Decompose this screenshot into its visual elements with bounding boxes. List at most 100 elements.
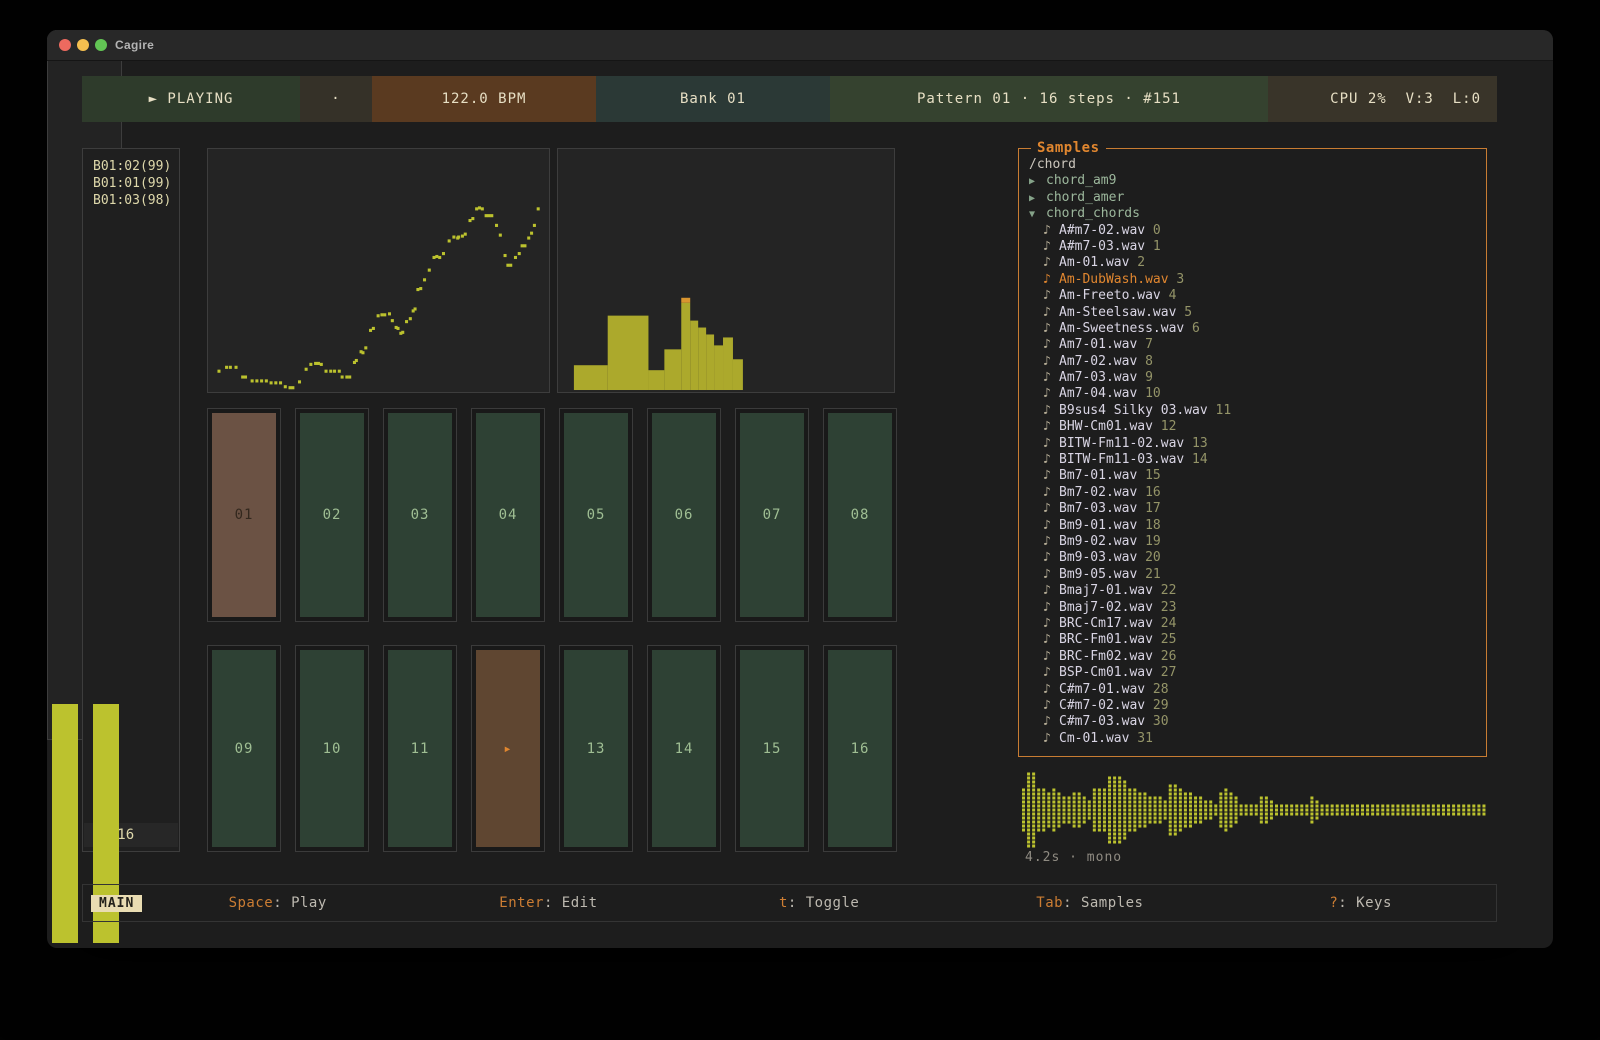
file-index: 6 xyxy=(1184,321,1200,336)
file-name: C#m7-01.wav xyxy=(1059,682,1145,697)
pad-label: 10 xyxy=(300,650,364,847)
status-bpm[interactable]: 122.0 BPM xyxy=(372,76,596,122)
file-row[interactable]: ♪Bmaj7-01.wav 22 xyxy=(1029,583,1482,599)
pad-label: 06 xyxy=(652,413,716,617)
file-row[interactable]: ♪Bm7-01.wav 15 xyxy=(1029,468,1482,484)
file-name: BRC-Fm01.wav xyxy=(1059,632,1153,647)
chevron-expanded-icon[interactable]: ▼ xyxy=(1029,207,1046,222)
file-index: 24 xyxy=(1153,616,1176,631)
file-index: 20 xyxy=(1137,550,1160,565)
pad-label: 01 xyxy=(212,413,276,617)
file-row[interactable]: ♪Bm9-03.wav 20 xyxy=(1029,550,1482,566)
pad-label: 05 xyxy=(564,413,628,617)
pad-16[interactable]: 16 xyxy=(823,645,897,852)
file-row[interactable]: ♪Bm7-02.wav 16 xyxy=(1029,485,1482,501)
queue-item[interactable]: B01:01(99) xyxy=(93,175,179,192)
file-row[interactable]: ♪Bm9-01.wav 18 xyxy=(1029,518,1482,534)
file-row[interactable]: ♪A#m7-03.wav 1 xyxy=(1029,239,1482,255)
folder-row[interactable]: ▶chord_amer xyxy=(1029,190,1482,206)
file-index: 4 xyxy=(1161,288,1177,303)
file-name: Am-Steelsaw.wav xyxy=(1059,305,1176,320)
file-row[interactable]: ♪Am7-03.wav 9 xyxy=(1029,370,1482,386)
file-row[interactable]: ♪BHW-Cm01.wav 12 xyxy=(1029,419,1482,435)
file-index: 26 xyxy=(1153,649,1176,664)
pad-09[interactable]: 09 xyxy=(207,645,281,852)
music-note-icon: ♪ xyxy=(1043,386,1059,402)
folder-row[interactable]: ▼chord_chords xyxy=(1029,206,1482,222)
hint-action: : Play xyxy=(273,895,327,911)
file-name: BRC-Cm17.wav xyxy=(1059,616,1153,631)
file-row[interactable]: ♪BRC-Cm17.wav 24 xyxy=(1029,616,1482,632)
music-note-icon: ♪ xyxy=(1043,583,1059,599)
pad-14[interactable]: 14 xyxy=(647,645,721,852)
file-row[interactable]: ♪BRC-Fm02.wav 26 xyxy=(1029,649,1482,665)
music-note-icon: ♪ xyxy=(1043,714,1059,730)
file-row[interactable]: ♪C#m7-01.wav 28 xyxy=(1029,682,1482,698)
histogram-chart xyxy=(558,149,894,392)
file-row[interactable]: ♪B9sus4 Silky 03.wav 11 xyxy=(1029,403,1482,419)
file-row[interactable]: ♪Bm9-05.wav 21 xyxy=(1029,567,1482,583)
music-note-icon: ♪ xyxy=(1043,518,1059,534)
zoom-button[interactable] xyxy=(95,39,107,51)
file-row[interactable]: ♪Am-Steelsaw.wav 5 xyxy=(1029,305,1482,321)
pad-01[interactable]: 01 xyxy=(207,408,281,622)
hint-space: Space: Play xyxy=(142,895,413,911)
file-row[interactable]: ♪A#m7-02.wav 0 xyxy=(1029,223,1482,239)
file-row[interactable]: ♪BSP-Cm01.wav 27 xyxy=(1029,665,1482,681)
pad-10[interactable]: 10 xyxy=(295,645,369,852)
pad-label: 14 xyxy=(652,650,716,847)
file-row[interactable]: ♪Am7-02.wav 8 xyxy=(1029,354,1482,370)
pad-13[interactable]: 13 xyxy=(559,645,633,852)
file-row[interactable]: ♪C#m7-02.wav 29 xyxy=(1029,698,1482,714)
status-bank[interactable]: Bank 01 xyxy=(596,76,830,122)
pad-02[interactable]: 02 xyxy=(295,408,369,622)
music-note-icon: ♪ xyxy=(1043,436,1059,452)
file-row[interactable]: ♪BITW-Fm11-02.wav 13 xyxy=(1029,436,1482,452)
file-row[interactable]: ♪BRC-Fm01.wav 25 xyxy=(1029,632,1482,648)
status-step-dot: · xyxy=(300,76,372,122)
pad-11[interactable]: 11 xyxy=(383,645,457,852)
pad-label: 16 xyxy=(828,650,892,847)
file-index: 15 xyxy=(1137,468,1160,483)
file-row[interactable]: ♪Bm9-02.wav 19 xyxy=(1029,534,1482,550)
file-row[interactable]: ♪Am-01.wav 2 xyxy=(1029,255,1482,271)
file-row[interactable]: ♪Am-Sweetness.wav 6 xyxy=(1029,321,1482,337)
pad-07[interactable]: 07 xyxy=(735,408,809,622)
file-index: 1 xyxy=(1145,239,1161,254)
pad-15[interactable]: 15 xyxy=(735,645,809,852)
file-name: Am7-01.wav xyxy=(1059,337,1137,352)
hint-key: Tab xyxy=(1036,895,1063,911)
file-row[interactable]: ♪Am-Freeto.wav 4 xyxy=(1029,288,1482,304)
pad-12[interactable]: ▸ xyxy=(471,645,545,852)
pad-05[interactable]: 05 xyxy=(559,408,633,622)
sample-info-label: 4.2s · mono xyxy=(1025,850,1122,865)
file-row[interactable]: ♪Bmaj7-02.wav 23 xyxy=(1029,600,1482,616)
queue-item[interactable]: B01:02(99) xyxy=(93,158,179,175)
file-row-selected[interactable]: ♪Am-DubWash.wav 3 xyxy=(1029,272,1482,288)
file-row[interactable]: ♪Am7-01.wav 7 xyxy=(1029,337,1482,353)
pad-08[interactable]: 08 xyxy=(823,408,897,622)
music-note-icon: ♪ xyxy=(1043,632,1059,648)
pad-03[interactable]: 03 xyxy=(383,408,457,622)
file-row[interactable]: ♪Am7-04.wav 10 xyxy=(1029,386,1482,402)
titlebar[interactable]: Cagire xyxy=(47,30,1553,61)
hint-action: : Samples xyxy=(1063,895,1143,911)
file-index: 3 xyxy=(1169,272,1185,287)
pad-04[interactable]: 04 xyxy=(471,408,545,622)
close-button[interactable] xyxy=(59,39,71,51)
file-row[interactable]: ♪Cm-01.wav 31 xyxy=(1029,731,1482,747)
chevron-collapsed-icon[interactable]: ▶ xyxy=(1029,174,1046,189)
status-pattern[interactable]: Pattern 01 · 16 steps · #151 xyxy=(830,76,1268,122)
file-row[interactable]: ♪C#m7-03.wav 30 xyxy=(1029,714,1482,730)
key-hints: Space: PlayEnter: Editt: ToggleTab: Samp… xyxy=(142,895,1496,911)
queue-item[interactable]: B01:03(98) xyxy=(93,192,179,209)
folder-row[interactable]: ▶chord_am9 xyxy=(1029,173,1482,189)
file-row[interactable]: ♪Bm7-03.wav 17 xyxy=(1029,501,1482,517)
file-row[interactable]: ♪BITW-Fm11-03.wav 14 xyxy=(1029,452,1482,468)
chevron-collapsed-icon[interactable]: ▶ xyxy=(1029,191,1046,206)
music-note-icon: ♪ xyxy=(1043,321,1059,337)
pad-06[interactable]: 06 xyxy=(647,408,721,622)
music-note-icon: ♪ xyxy=(1043,698,1059,714)
minimize-button[interactable] xyxy=(77,39,89,51)
status-playing[interactable]: ► PLAYING xyxy=(82,76,300,122)
